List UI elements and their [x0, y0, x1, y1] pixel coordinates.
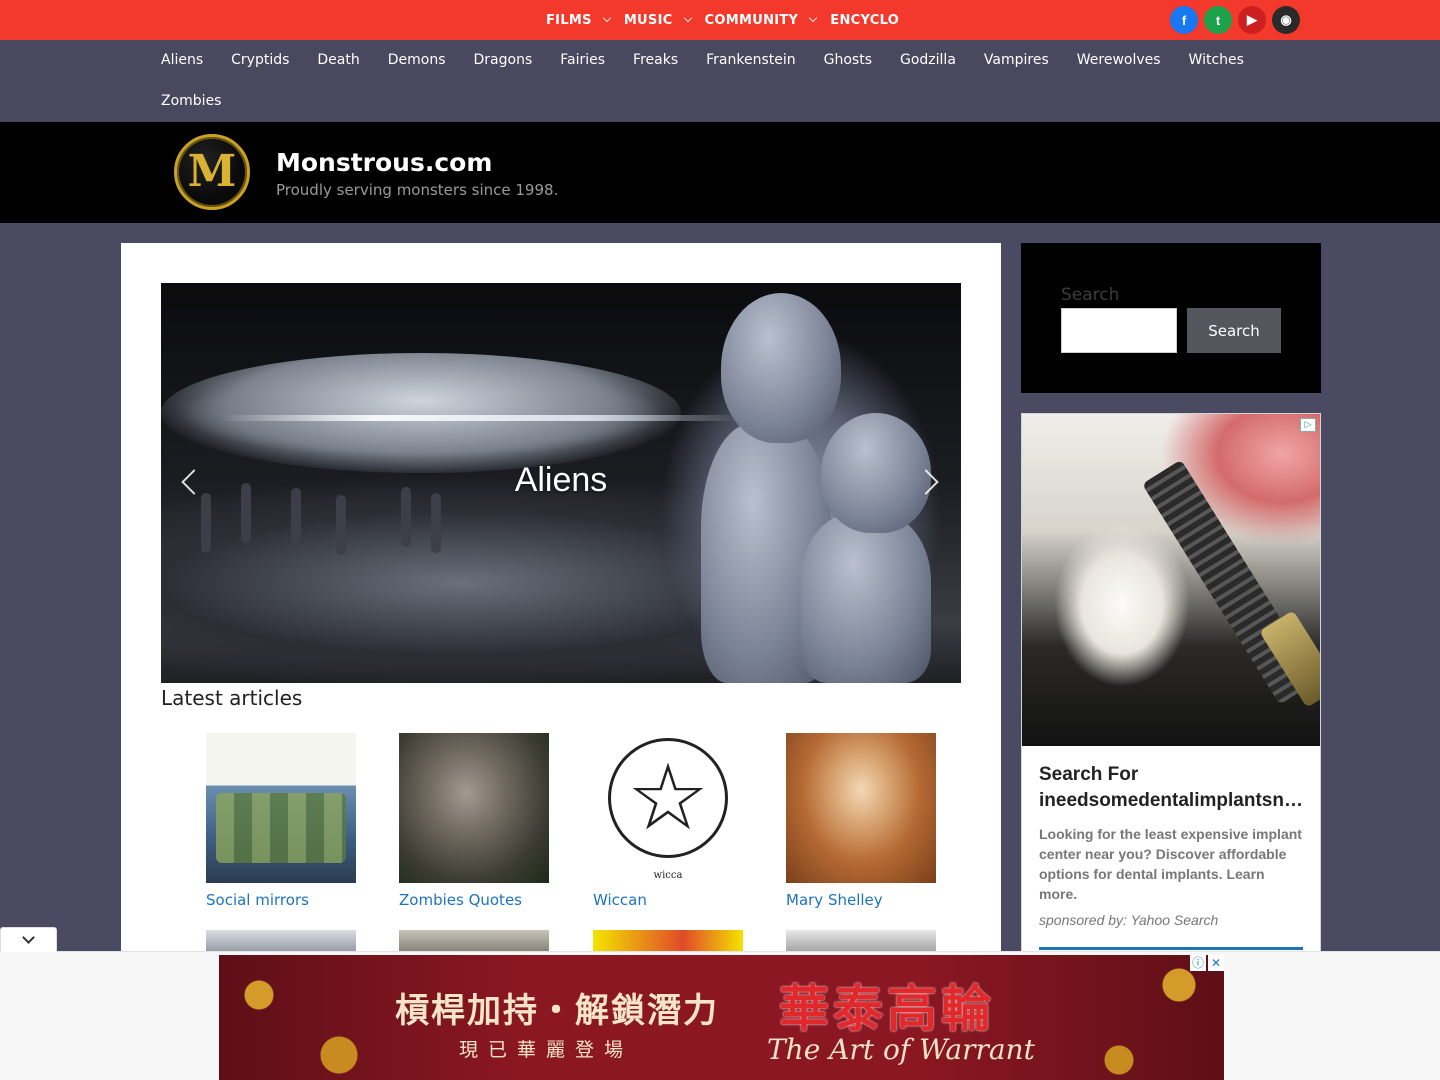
article-card[interactable]: Mary Shelley — [786, 733, 936, 909]
article-card[interactable]: Social mirrors — [206, 733, 356, 909]
article-thumbnail[interactable]: ☆ wicca — [593, 733, 743, 883]
article-card[interactable]: Zombies Quotes — [399, 733, 549, 909]
category-werewolves[interactable]: Werewolves — [1063, 40, 1175, 81]
sidebar-ad[interactable]: ▷ Search For ineedsomedentalimplantsn… L… — [1021, 413, 1321, 953]
category-witches[interactable]: Witches — [1175, 40, 1258, 81]
close-icon[interactable]: ✕ — [1208, 955, 1224, 971]
article-title[interactable]: Zombies Quotes — [399, 891, 549, 909]
category-dragons[interactable]: Dragons — [460, 40, 547, 81]
top-nav: FILMS MUSIC COMMUNITY ENCYCLO — [546, 0, 913, 40]
chevron-down-icon — [683, 13, 692, 23]
topnav-label: FILMS — [546, 12, 592, 28]
article-title[interactable]: Mary Shelley — [786, 891, 936, 909]
bottom-banner-ad[interactable]: 槓桿加持・解鎖潛力 現已華麗登場 華泰高輪 The Art of Warrant… — [219, 955, 1224, 1080]
banner-subline: 現已華麗登場 — [459, 1039, 634, 1061]
chevron-down-icon — [809, 13, 818, 23]
site-tagline: Proudly serving monsters since 1998. — [276, 181, 559, 199]
search-input[interactable] — [1061, 308, 1177, 353]
hero-slider[interactable]: Aliens — [161, 283, 961, 683]
banner-tagline: The Art of Warrant — [767, 1033, 1035, 1066]
hero-caption[interactable]: Aliens — [161, 461, 961, 500]
hero-alien-body — [801, 513, 931, 683]
twitter-icon[interactable]: t — [1204, 6, 1232, 34]
category-frankenstein[interactable]: Frankenstein — [692, 40, 810, 81]
info-icon[interactable]: ⓘ — [1190, 955, 1206, 971]
category-fairies[interactable]: Fairies — [546, 40, 619, 81]
site-title[interactable]: Monstrous.com — [276, 148, 492, 177]
topnav-label: ENCYCLO — [830, 12, 900, 28]
hero-figure — [201, 493, 211, 553]
ad-sponsor: sponsored by: Yahoo Search — [1039, 912, 1219, 928]
ad-headline-line: ineedsomedentalimplantsn… — [1039, 790, 1303, 811]
article-card[interactable]: ☆ wicca Wiccan — [593, 733, 743, 909]
topnav-encyclo[interactable]: ENCYCLO — [830, 13, 899, 28]
hero-figure — [336, 495, 346, 555]
topnav-films[interactable]: FILMS — [546, 12, 612, 28]
ad-image[interactable] — [1022, 414, 1320, 746]
pentagram-icon: ☆ — [608, 738, 728, 858]
thumbnail-caption: wicca — [653, 870, 683, 881]
category-freaks[interactable]: Freaks — [619, 40, 692, 81]
category-demons[interactable]: Demons — [374, 40, 460, 81]
article-title[interactable]: Social mirrors — [206, 891, 356, 909]
discord-icon[interactable]: ◉ — [1272, 6, 1300, 34]
hero-saucer-image — [161, 353, 681, 473]
facebook-icon[interactable]: f — [1170, 6, 1198, 34]
category-nav: Aliens Cryptids Death Demons Dragons Fai… — [0, 40, 1440, 122]
ad-headline[interactable]: Search For ineedsomedentalimplantsn… — [1039, 762, 1305, 814]
chevron-down-icon — [22, 931, 35, 944]
ad-cta-bar[interactable] — [1039, 947, 1303, 950]
logo-letter: M — [187, 146, 237, 197]
banner-headline: 槓桿加持・解鎖潛力 — [395, 991, 719, 1031]
youtube-icon[interactable]: ▶ — [1238, 6, 1266, 34]
top-bar: FILMS MUSIC COMMUNITY ENCYCLO f t ▶ ◉ — [0, 0, 1440, 40]
category-ghosts[interactable]: Ghosts — [810, 40, 886, 81]
category-aliens[interactable]: Aliens — [147, 40, 217, 81]
collapse-ad-button[interactable] — [0, 927, 57, 952]
latest-articles-heading: Latest articles — [161, 686, 303, 710]
article-thumbnail[interactable] — [399, 733, 549, 883]
topnav-community[interactable]: COMMUNITY — [704, 12, 818, 28]
search-widget: Search Search — [1021, 243, 1321, 393]
adchoices-icon[interactable]: ▷ — [1300, 418, 1316, 432]
category-vampires[interactable]: Vampires — [970, 40, 1063, 81]
banner-brand: 華泰高輪 — [779, 980, 995, 1038]
category-zombies[interactable]: Zombies — [147, 81, 235, 122]
social-links: f t ▶ ◉ — [1170, 6, 1300, 34]
hero-alien-head — [721, 293, 841, 443]
banner-ad-controls: ⓘ ✕ — [1190, 955, 1224, 971]
site-header: M Monstrous.com Proudly serving monsters… — [0, 122, 1440, 223]
site-logo[interactable]: M — [174, 134, 250, 210]
search-button[interactable]: Search — [1187, 308, 1281, 353]
category-cryptids[interactable]: Cryptids — [217, 40, 303, 81]
hero-figure — [431, 493, 441, 553]
search-label: Search — [1061, 285, 1120, 305]
chevron-down-icon — [602, 13, 612, 23]
topnav-music[interactable]: MUSIC — [623, 12, 692, 28]
article-thumbnail[interactable] — [786, 733, 936, 883]
hero-light-beam — [221, 415, 741, 421]
category-godzilla[interactable]: Godzilla — [886, 40, 970, 81]
ad-description: Looking for the least expensive implant … — [1039, 826, 1302, 902]
category-death[interactable]: Death — [303, 40, 373, 81]
topnav-label: MUSIC — [623, 12, 673, 28]
ad-headline-line: Search For — [1039, 764, 1139, 785]
article-thumbnail[interactable] — [206, 733, 356, 883]
topnav-label: COMMUNITY — [704, 12, 799, 28]
article-title[interactable]: Wiccan — [593, 891, 743, 909]
